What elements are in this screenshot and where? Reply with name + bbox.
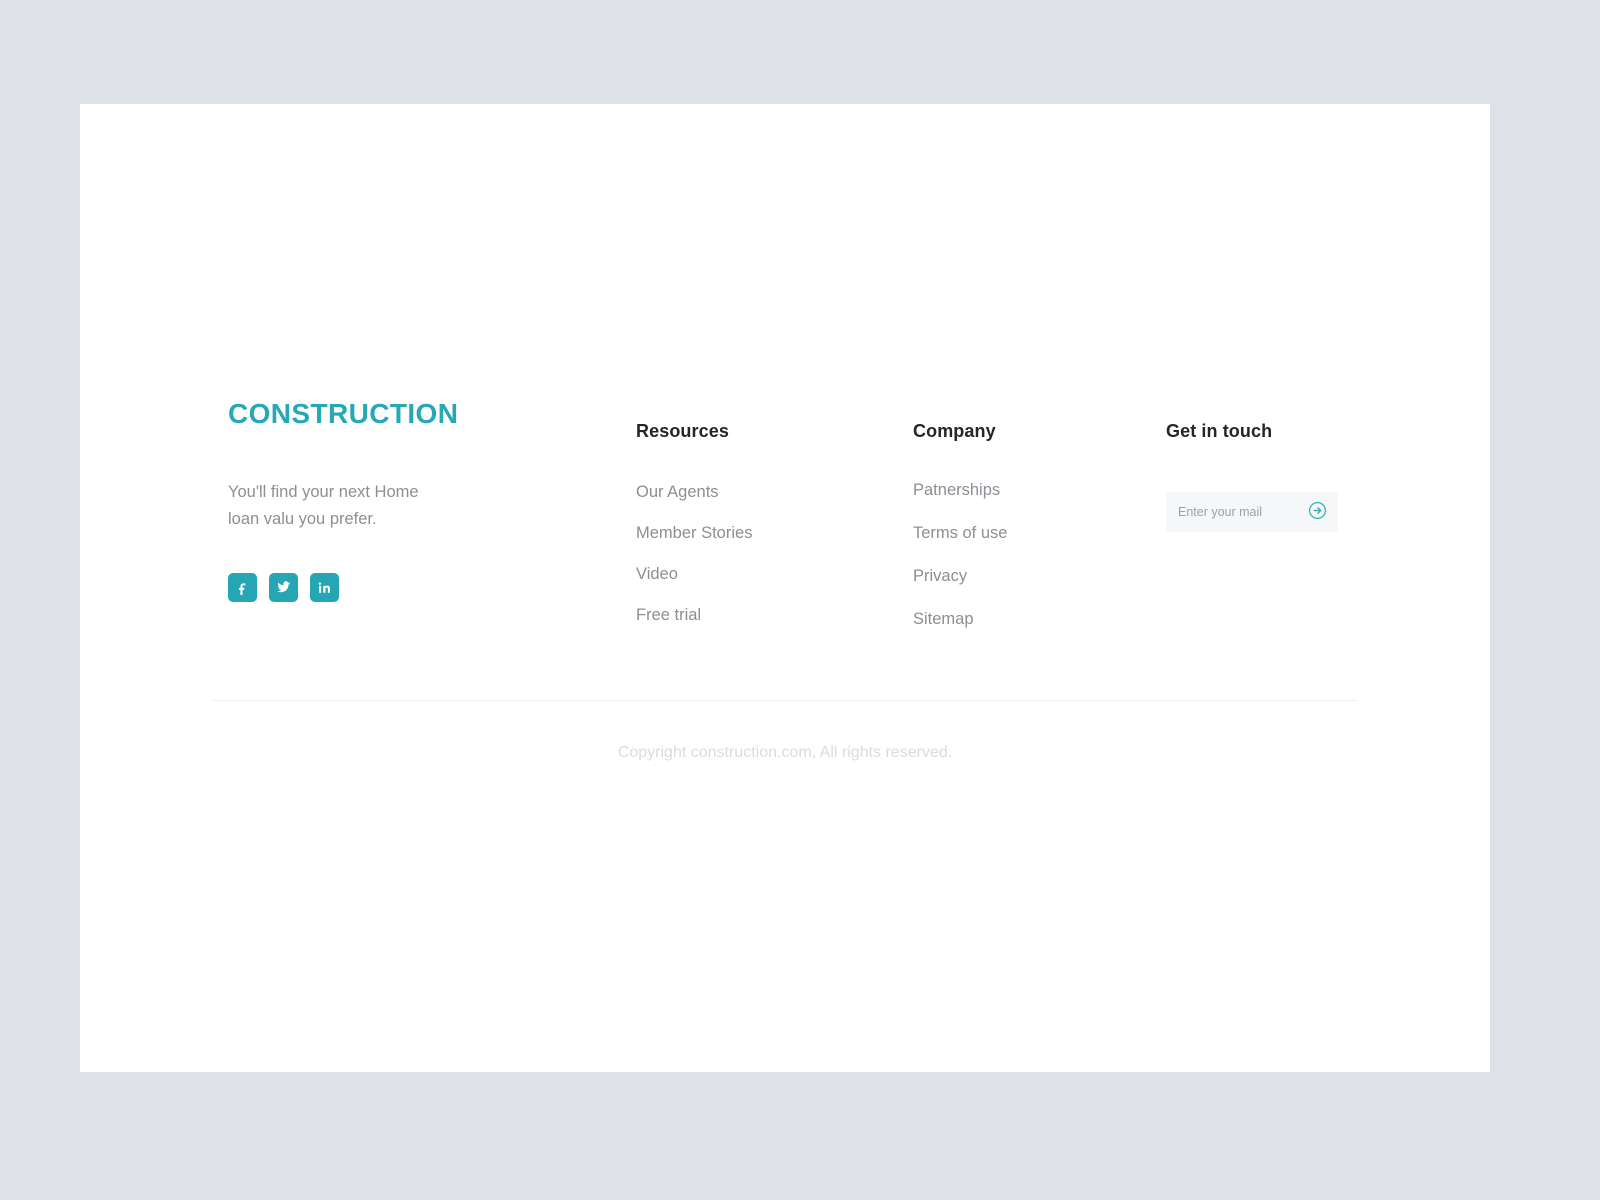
- footer-column-title-contact: Get in touch: [1166, 421, 1273, 441]
- footer-column-title-resources: Resources: [636, 421, 729, 441]
- list-item: Member Stories: [636, 522, 866, 545]
- email-field[interactable]: [1178, 505, 1308, 519]
- list-item: Terms of use: [913, 522, 1143, 545]
- list-item: Our Agents: [636, 481, 866, 504]
- footer-link-list-company: Patnerships Terms of use Privacy Sitemap: [913, 479, 1143, 631]
- footer-link-sitemap[interactable]: Sitemap: [913, 608, 974, 631]
- page-card: CONSTRUCTION You'll find your next Home l…: [80, 104, 1490, 1072]
- footer-link-patnerships[interactable]: Patnerships: [913, 479, 1000, 502]
- brand-tagline-text: You'll find your next Home loan valu you …: [228, 479, 443, 533]
- newsletter-submit-button[interactable]: [1308, 501, 1327, 523]
- footer-column-resources: Resources Our Agents Member Stories Vide…: [636, 400, 866, 627]
- social-link-twitter[interactable]: [269, 573, 298, 602]
- footer-column-contact: Get in touch: [1166, 400, 1366, 532]
- footer-column-title-company: Company: [913, 421, 996, 441]
- footer-link-list-resources: Our Agents Member Stories Video Free tri…: [636, 481, 866, 627]
- list-item: Privacy: [913, 565, 1143, 588]
- footer-link-privacy[interactable]: Privacy: [913, 565, 967, 588]
- arrow-right-circle-icon: [1308, 501, 1327, 523]
- newsletter-form: [1166, 492, 1338, 532]
- twitter-icon: [276, 580, 291, 595]
- footer-link-video[interactable]: Video: [636, 563, 678, 586]
- footer-link-member-stories[interactable]: Member Stories: [636, 522, 752, 545]
- brand-logo[interactable]: CONSTRUCTION: [228, 400, 558, 428]
- social-links: [228, 573, 558, 602]
- footer-link-terms-of-use[interactable]: Terms of use: [913, 522, 1007, 545]
- list-item: Free trial: [636, 604, 866, 627]
- facebook-icon: [235, 580, 250, 595]
- footer-link-free-trial[interactable]: Free trial: [636, 604, 701, 627]
- footer-link-our-agents[interactable]: Our Agents: [636, 481, 719, 504]
- list-item: Video: [636, 563, 866, 586]
- footer-divider: [212, 700, 1358, 701]
- brand-tagline-line-1: You'll find your next Home: [228, 483, 419, 501]
- list-item: Sitemap: [913, 608, 1143, 631]
- brand-tagline-line-2: loan valu you prefer.: [228, 510, 377, 528]
- footer-column-company: Company Patnerships Terms of use Privacy…: [913, 400, 1143, 631]
- social-link-facebook[interactable]: [228, 573, 257, 602]
- footer-brand-column: CONSTRUCTION You'll find your next Home l…: [228, 400, 558, 602]
- list-item: Patnerships: [913, 479, 1143, 502]
- linkedin-icon: [317, 580, 332, 595]
- site-footer: CONSTRUCTION You'll find your next Home l…: [212, 400, 1358, 761]
- social-link-linkedin[interactable]: [310, 573, 339, 602]
- footer-columns: CONSTRUCTION You'll find your next Home l…: [212, 400, 1358, 700]
- copyright-text: Copyright construction.com, All rights r…: [617, 744, 953, 761]
- brand-tagline: You'll find your next Home loan valu you …: [228, 479, 558, 533]
